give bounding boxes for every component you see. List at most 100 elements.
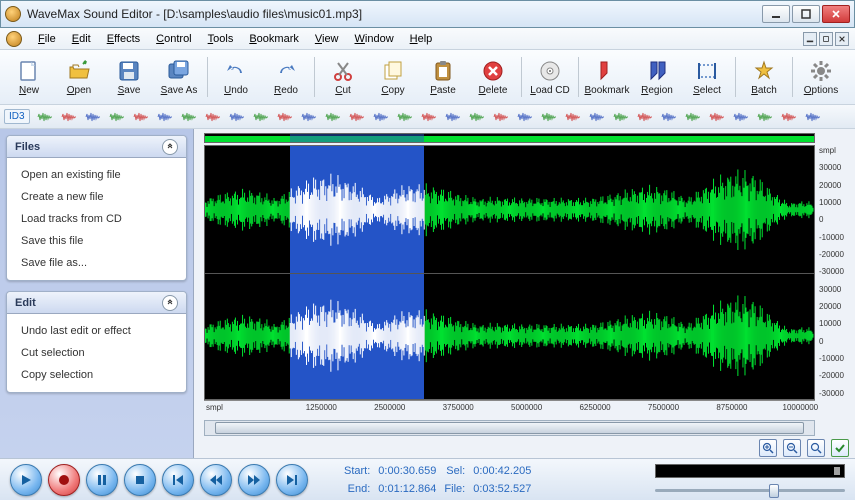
menu-control[interactable]: Control <box>148 31 199 47</box>
effect-icon-10[interactable] <box>276 108 294 126</box>
panel-header[interactable]: Edit <box>7 292 186 314</box>
menu-tools[interactable]: Tools <box>200 31 242 47</box>
effect-icon-30[interactable] <box>756 108 774 126</box>
forward-button[interactable] <box>238 464 270 496</box>
menu-view[interactable]: View <box>307 31 347 47</box>
close-button[interactable] <box>822 5 850 23</box>
mdi-restore[interactable] <box>819 32 833 46</box>
cd-button[interactable]: Load CD <box>525 52 575 102</box>
effect-icon-19[interactable] <box>492 108 510 126</box>
panel-link[interactable]: Create a new file <box>11 186 182 208</box>
menu-file[interactable]: File <box>30 31 64 47</box>
effect-icon-28[interactable] <box>708 108 726 126</box>
panel-link[interactable]: Open an existing file <box>11 164 182 186</box>
zoom-fit-button[interactable] <box>807 439 825 457</box>
effect-icon-12[interactable] <box>324 108 342 126</box>
paste-button[interactable]: Paste <box>418 52 468 102</box>
new-button[interactable]: New <box>4 52 54 102</box>
delete-button[interactable]: Delete <box>468 52 518 102</box>
volume-thumb[interactable] <box>769 484 779 498</box>
menu-help[interactable]: Help <box>402 31 441 47</box>
bookmark-button[interactable]: Bookmark <box>582 52 632 102</box>
panel-link[interactable]: Save file as... <box>11 252 182 274</box>
mdi-close[interactable] <box>835 32 849 46</box>
horizontal-scrollbar[interactable] <box>204 420 815 436</box>
y-tick: 0 <box>819 338 849 346</box>
rewind-button[interactable] <box>200 464 232 496</box>
effect-icon-11[interactable] <box>300 108 318 126</box>
x-tick: 5000000 <box>511 403 542 412</box>
region-button[interactable]: Region <box>632 52 682 102</box>
effect-icon-21[interactable] <box>540 108 558 126</box>
effect-icon-23[interactable] <box>588 108 606 126</box>
menu-bookmark[interactable]: Bookmark <box>241 31 307 47</box>
effect-icon-3[interactable] <box>108 108 126 126</box>
effect-icon-20[interactable] <box>516 108 534 126</box>
scrollbar-thumb[interactable] <box>215 422 804 434</box>
effect-icon-25[interactable] <box>636 108 654 126</box>
effect-icon-4[interactable] <box>132 108 150 126</box>
collapse-icon[interactable] <box>162 295 178 311</box>
effect-icon-7[interactable] <box>204 108 222 126</box>
panel-header[interactable]: Files <box>7 136 186 158</box>
effect-icon-2[interactable] <box>84 108 102 126</box>
effect-icon-14[interactable] <box>372 108 390 126</box>
overview-selection[interactable] <box>290 134 424 142</box>
maximize-button[interactable] <box>792 5 820 23</box>
effect-icon-9[interactable] <box>252 108 270 126</box>
collapse-icon[interactable] <box>162 139 178 155</box>
play-button[interactable] <box>10 464 42 496</box>
zoom-out-button[interactable] <box>783 439 801 457</box>
mdi-minimize[interactable] <box>803 32 817 46</box>
effect-icon-18[interactable] <box>468 108 486 126</box>
select-button[interactable]: Select <box>682 52 732 102</box>
effect-icon-1[interactable] <box>60 108 78 126</box>
effect-icon-24[interactable] <box>612 108 630 126</box>
open-button[interactable]: Open <box>54 52 104 102</box>
save-button[interactable]: Save <box>104 52 154 102</box>
stop-button[interactable] <box>124 464 156 496</box>
start-label: Start: <box>344 463 370 479</box>
effect-icon-27[interactable] <box>684 108 702 126</box>
effect-icon-0[interactable] <box>36 108 54 126</box>
effect-icon-6[interactable] <box>180 108 198 126</box>
end-button[interactable] <box>276 464 308 496</box>
effect-icon-13[interactable] <box>348 108 366 126</box>
y-tick: 30000 <box>819 286 849 294</box>
effect-icon-29[interactable] <box>732 108 750 126</box>
zoom-in-button[interactable] <box>759 439 777 457</box>
effect-icon-16[interactable] <box>420 108 438 126</box>
copy-button[interactable]: Copy <box>368 52 418 102</box>
panel-link[interactable]: Cut selection <box>11 342 182 364</box>
pause-button[interactable] <box>86 464 118 496</box>
effect-icon-15[interactable] <box>396 108 414 126</box>
effect-icon-5[interactable] <box>156 108 174 126</box>
minimize-button[interactable] <box>762 5 790 23</box>
effect-icon-22[interactable] <box>564 108 582 126</box>
panel-link[interactable]: Load tracks from CD <box>11 208 182 230</box>
redo-button[interactable]: Redo <box>261 52 311 102</box>
record-button[interactable] <box>48 464 80 496</box>
confirm-button[interactable] <box>831 439 849 457</box>
menu-window[interactable]: Window <box>347 31 402 47</box>
undo-button[interactable]: Undo <box>211 52 261 102</box>
options-button[interactable]: Options <box>796 52 846 102</box>
saveas-button[interactable]: Save As <box>154 52 204 102</box>
effect-icon-31[interactable] <box>780 108 798 126</box>
panel-link[interactable]: Save this file <box>11 230 182 252</box>
cut-button[interactable]: Cut <box>318 52 368 102</box>
waveform-canvas[interactable] <box>204 145 815 400</box>
overview-ruler[interactable] <box>204 133 815 143</box>
batch-button[interactable]: Batch <box>739 52 789 102</box>
panel-link[interactable]: Undo last edit or effect <box>11 320 182 342</box>
menu-edit[interactable]: Edit <box>64 31 99 47</box>
effect-icon-8[interactable] <box>228 108 246 126</box>
volume-slider[interactable] <box>655 484 845 496</box>
effect-icon-17[interactable] <box>444 108 462 126</box>
effect-icon-26[interactable] <box>660 108 678 126</box>
start-button[interactable] <box>162 464 194 496</box>
menu-effects[interactable]: Effects <box>99 31 148 47</box>
effect-icon-32[interactable] <box>804 108 822 126</box>
panel-link[interactable]: Copy selection <box>11 364 182 386</box>
id3-button[interactable]: ID3 <box>4 109 30 124</box>
